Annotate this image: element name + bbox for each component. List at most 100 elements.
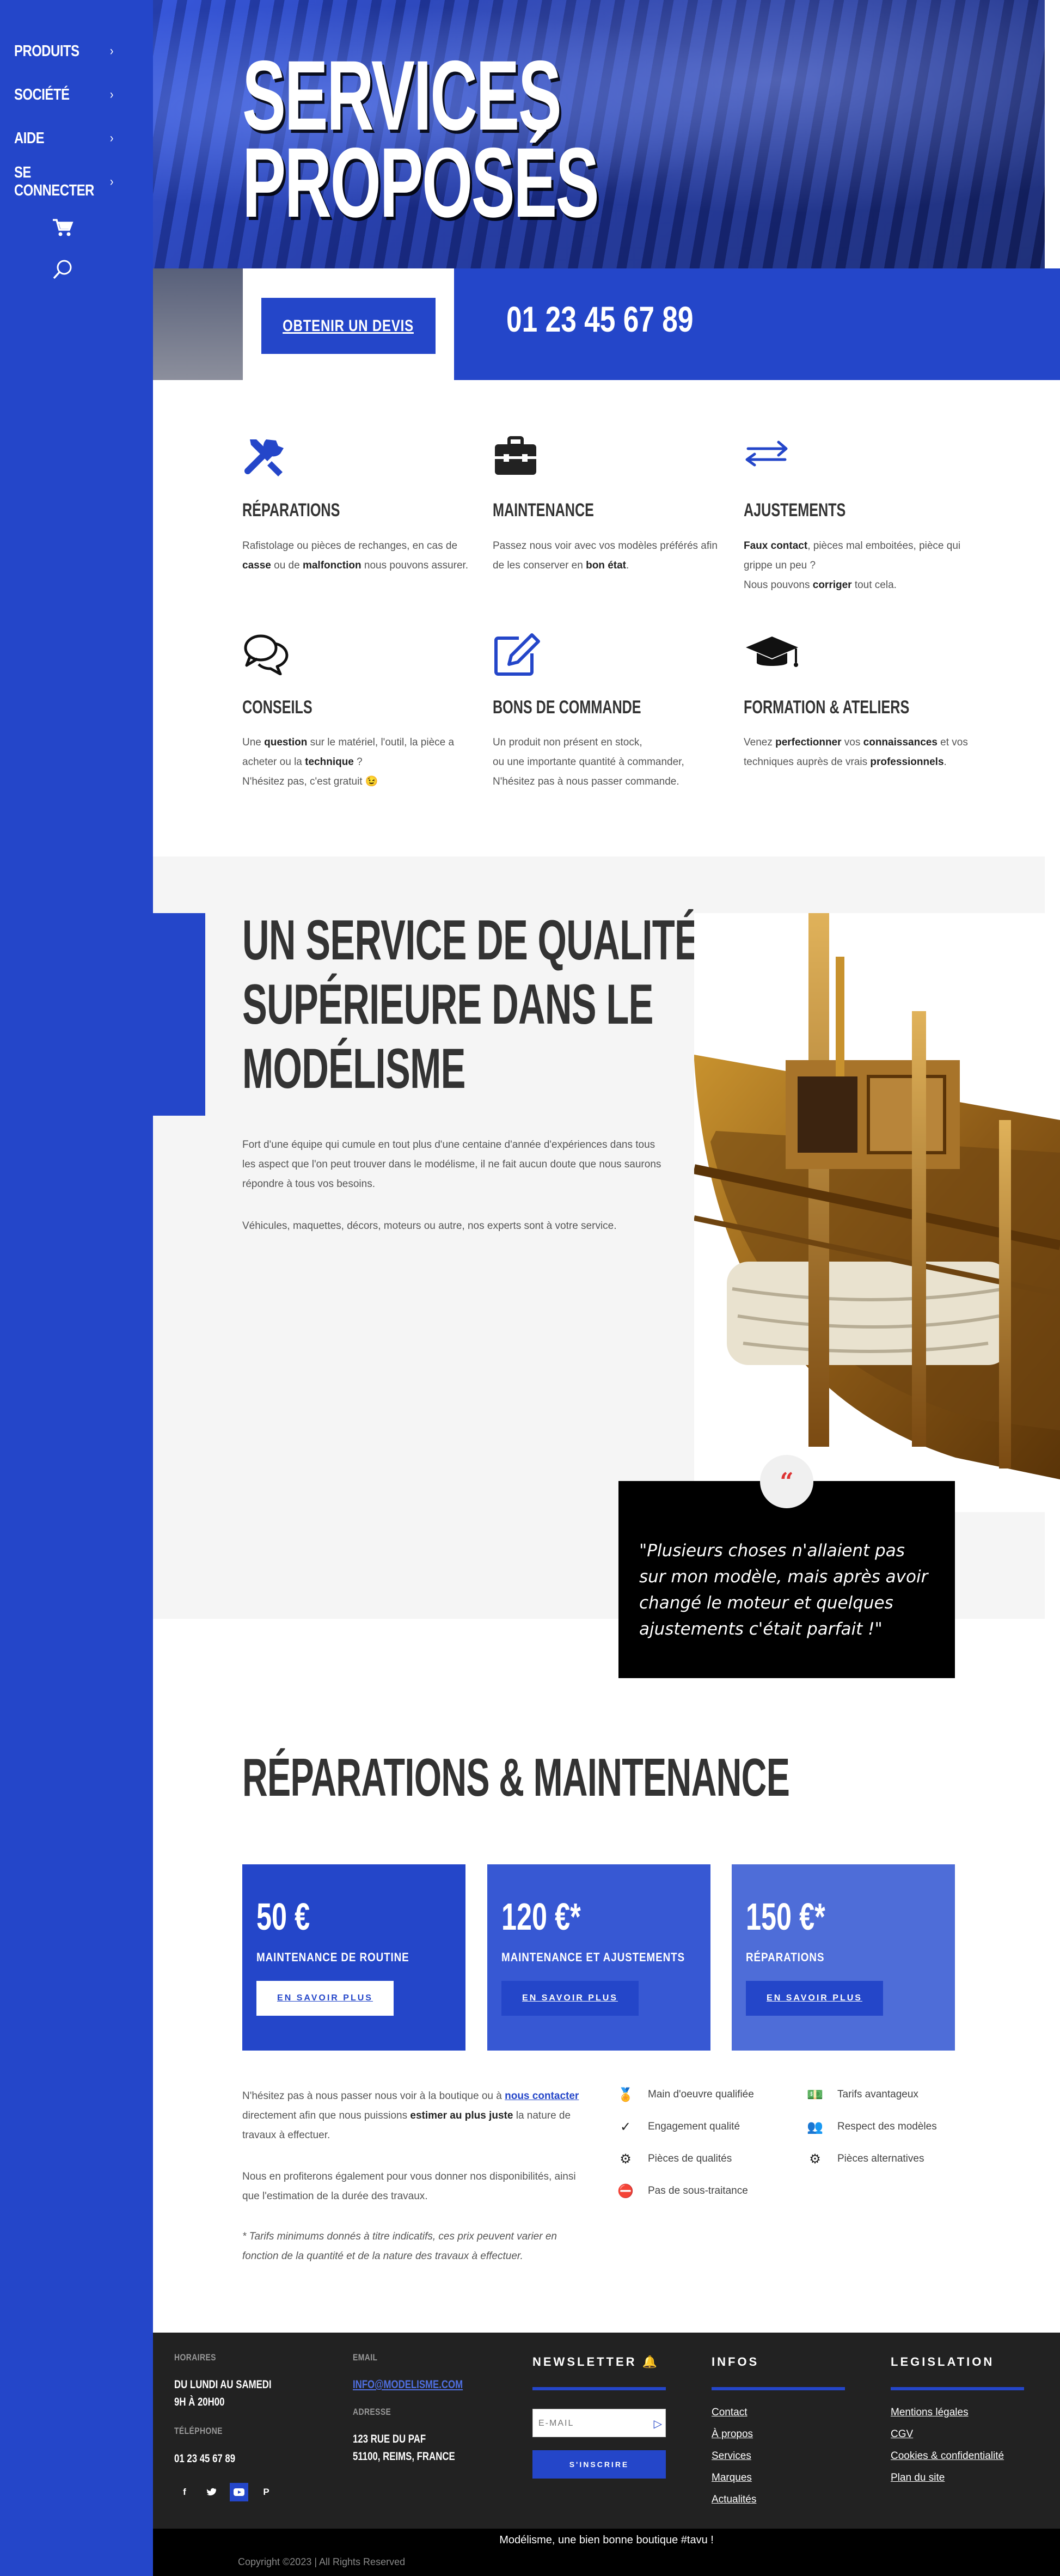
price-card-reparations: 150 €* RÉPARATIONS EN SAVOIR PLUS (732, 1864, 955, 2051)
price-value: 120 €* (501, 1895, 581, 1938)
feature-item: 👥 Respect des modèles (806, 2118, 937, 2136)
footer-phone[interactable]: 01 23 45 67 89 (174, 2450, 235, 2468)
feature-item: 💵 Tarifs avantageux (806, 2085, 918, 2104)
quote-icon: “ (760, 1455, 813, 1508)
footer-link-contact[interactable]: Contact (712, 2407, 747, 2419)
footer-hours-line: 9H À 20H00 (174, 2396, 225, 2408)
feature-item: ✓ Engagement qualité (616, 2118, 740, 2136)
feature-label: Pièces alternatives (837, 2153, 924, 2164)
feature-label: Pièces de qualités (648, 2153, 732, 2164)
get-quote-button[interactable]: OBTENIR UN DEVIS (261, 298, 436, 354)
price-value: 150 €* (746, 1895, 825, 1938)
feature-item: ⚙ Pièces de qualités (616, 2150, 732, 2168)
edit-icon (493, 632, 542, 680)
subscribe-button[interactable]: S'INSCRIRE (532, 2450, 666, 2479)
service-title: BONS DE COMMANDE (493, 697, 641, 718)
sidebar-item-societe[interactable]: SOCIÉTÉ › (14, 79, 113, 110)
no-subcontract-icon: ⛔ (617, 2183, 634, 2199)
info-text-bold: estimer au plus juste (410, 2110, 513, 2121)
footer-legal-title: LEGISLATION (891, 2355, 995, 2369)
sidebar-item-aide[interactable]: AIDE › (14, 123, 113, 154)
service-title: FORMATION & ATELIERS (744, 697, 910, 718)
feature-label: Pas de sous-traitance (648, 2185, 748, 2196)
footer-link-services[interactable]: Services (712, 2450, 751, 2462)
newsletter-email-input[interactable] (538, 2416, 647, 2431)
footer-link-cookies[interactable]: Cookies & confidentialité (891, 2450, 1004, 2462)
arrows-icon (744, 440, 789, 470)
hero-title: SERVICES PROPOSÉS (242, 40, 599, 238)
price-card-routine: 50 € MAINTENANCE DE ROUTINE EN SAVOIR PL… (242, 1864, 465, 2051)
cart-icon[interactable] (52, 218, 73, 240)
footer-label: ADRESSE (353, 2407, 391, 2417)
footer-link-news[interactable]: Actualités (712, 2494, 756, 2506)
footer-address-line: 51100, REIMS, FRANCE (353, 2450, 455, 2463)
footer-link-legal-notice[interactable]: Mentions légales (891, 2407, 969, 2419)
testimonial-quote: "Plusieurs choses n'allaient pas sur mon… (618, 1481, 955, 1678)
feature-label: Engagement qualité (648, 2121, 740, 2132)
search-icon[interactable] (52, 258, 74, 283)
service-description-formation: Venez perfectionner vos connaissances et… (744, 737, 968, 768)
feature-label: Tarifs avantageux (837, 2089, 918, 2100)
pricing-footnote: * Tarifs minimums donnés à titre indicat… (242, 2231, 557, 2262)
nav-label: AIDE (14, 129, 45, 147)
footer-email-link[interactable]: INFO@MODELISME.COM (353, 2376, 463, 2394)
quality-accent-bar (153, 913, 205, 1116)
contact-link[interactable]: nous contacter (505, 2090, 579, 2102)
medal-icon: 🏅 (617, 2087, 634, 2102)
sidebar-item-se-connecter[interactable]: SE CONNECTER › (14, 164, 114, 199)
quality-title-line: SUPÉRIEURE DANS LE (242, 973, 653, 1036)
get-quote-label: OBTENIR UN DEVIS (283, 316, 414, 335)
service-description-ajustements: Faux contact, pièces mal emboitées, pièc… (744, 540, 961, 591)
chat-icon (242, 632, 295, 678)
hero-background-lower (153, 268, 243, 380)
footer-label: EMAIL (353, 2352, 378, 2363)
service-description-bons-de-commande: Un produit non présent en stock, ou une i… (493, 737, 684, 787)
feature-label: Respect des modèles (837, 2121, 937, 2132)
newsletter-email-field[interactable]: ▷ (532, 2409, 666, 2437)
hero-title-line: SERVICES (242, 40, 562, 151)
learn-more-button[interactable]: EN SAVOIR PLUS (501, 1981, 639, 2016)
price-card-ajustements: 120 €* MAINTENANCE ET AJUSTEMENTS EN SAV… (487, 1864, 710, 2051)
feature-item: ⚙ Pièces alternatives (806, 2150, 924, 2168)
newsletter-underline (532, 2387, 666, 2390)
service-title: CONSEILS (242, 697, 313, 718)
footer-label: HORAIRES (174, 2352, 216, 2363)
send-arrow-icon[interactable]: ▷ (654, 2417, 662, 2431)
footer-infos-underline (712, 2387, 845, 2390)
footer-address: 123 RUE DU PAF 51100, REIMS, FRANCE (353, 2431, 455, 2465)
footer-address-line: 123 RUE DU PAF (353, 2433, 426, 2445)
ship-model-image (694, 913, 1060, 1512)
footer-link-about[interactable]: À propos (712, 2428, 753, 2440)
chevron-right-icon: › (109, 87, 114, 102)
quality-title-line: MODÉLISME (242, 1037, 465, 1100)
money-icon: 💵 (807, 2087, 823, 2102)
info-text: N'hésitez pas à nous passer nous voir à … (242, 2090, 505, 2102)
nav-label: SOCIÉTÉ (14, 85, 70, 103)
quality-paragraph: Véhicules, maquettes, décors, moteurs ou… (242, 1220, 617, 1232)
chevron-right-icon: › (109, 174, 114, 189)
hero-title-line: PROPOSÉS (242, 127, 599, 238)
price-name: MAINTENANCE ET AJUSTEMENTS (501, 1950, 685, 1964)
footer-link-sitemap[interactable]: Plan du site (891, 2472, 945, 2484)
info-paragraph: N'hésitez pas à nous passer nous voir à … (242, 2087, 580, 2145)
service-description-reparations: Rafistolage ou pièces de rechanges, en c… (242, 540, 469, 571)
service-title: MAINTENANCE (493, 500, 594, 521)
twitter-icon[interactable] (203, 2483, 221, 2501)
facebook-icon[interactable]: f (175, 2483, 194, 2501)
gears-icon: ⚙ (809, 2151, 821, 2167)
youtube-icon[interactable] (230, 2483, 248, 2501)
info-text: directement afin que nous puissions (242, 2110, 410, 2121)
graduation-cap-icon (744, 634, 800, 675)
learn-more-button[interactable]: EN SAVOIR PLUS (256, 1981, 394, 2016)
footer-link-brands[interactable]: Marques (712, 2472, 752, 2484)
hero-phone-number[interactable]: 01 23 45 67 89 (506, 298, 694, 340)
pinterest-icon[interactable]: P (257, 2483, 275, 2501)
learn-more-button[interactable]: EN SAVOIR PLUS (746, 1981, 883, 2016)
footer-link-cgv[interactable]: CGV (891, 2428, 913, 2440)
service-title: RÉPARATIONS (242, 500, 340, 521)
service-description-maintenance: Passez nous voir avec vos modèles préfér… (493, 540, 718, 571)
service-title: AJUSTEMENTS (744, 500, 846, 521)
check-icon: ✓ (620, 2119, 632, 2134)
sidebar-item-produits[interactable]: PRODUITS › (14, 36, 113, 66)
quality-title-line: UN SERVICE DE QUALITÉ (242, 909, 700, 972)
